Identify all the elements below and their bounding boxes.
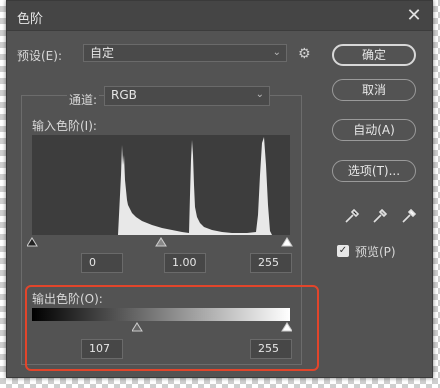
histogram-shape [32, 137, 272, 235]
preset-value: 自定 [90, 46, 115, 60]
output-levels-label: 输出色阶(O): [32, 292, 103, 306]
channel-label: 通道: [67, 91, 100, 108]
dialog-title: 色阶 [17, 12, 44, 27]
input-shadow-field[interactable]: 0 [81, 253, 123, 273]
input-levels-label: 输入色阶(I): [32, 119, 97, 133]
input-midtone-field[interactable]: 1.00 [164, 253, 206, 273]
options-button[interactable]: 选项(T)... [332, 160, 416, 182]
preset-select[interactable]: 自定 ⌄ [83, 44, 287, 62]
ok-button[interactable]: 确定 [332, 44, 416, 66]
preset-label: 预设(E): [17, 49, 62, 63]
chevron-down-icon: ⌄ [255, 89, 264, 100]
channel-value: RGB [111, 88, 137, 102]
title-bar: 色阶 ✕ [7, 1, 432, 31]
cancel-button[interactable]: 取消 [332, 79, 416, 101]
shadow-slider-handle[interactable] [27, 237, 38, 247]
input-highlight-field[interactable]: 255 [250, 253, 292, 273]
histogram [32, 135, 290, 235]
highlight-slider-handle[interactable] [281, 237, 293, 247]
black-eyedropper-icon[interactable] [343, 207, 361, 225]
output-low-field[interactable]: 107 [81, 339, 123, 359]
close-icon[interactable]: ✕ [404, 6, 424, 26]
preview-checkbox[interactable]: ✓ [337, 245, 349, 257]
output-high-field[interactable]: 255 [250, 339, 292, 359]
gray-eyedropper-icon[interactable] [371, 207, 389, 225]
channel-select[interactable]: RGB ⌄ [104, 86, 270, 106]
midtone-slider-handle[interactable] [155, 237, 167, 247]
chevron-down-icon: ⌄ [272, 47, 281, 58]
levels-dialog: 色阶 ✕ 预设(E): 自定 ⌄ ⚙ 确定 取消 自动(A) 选项(T)... … [6, 0, 433, 378]
output-high-slider-handle[interactable] [281, 322, 292, 332]
output-low-slider-handle[interactable] [132, 322, 143, 332]
gear-icon[interactable]: ⚙ [298, 46, 311, 62]
input-slider-track [27, 237, 293, 247]
preview-label: 预览(P) [355, 245, 396, 259]
auto-button[interactable]: 自动(A) [332, 119, 416, 141]
white-eyedropper-icon[interactable] [400, 207, 418, 225]
output-gradient-bar [32, 308, 290, 321]
output-slider-track [132, 322, 292, 332]
